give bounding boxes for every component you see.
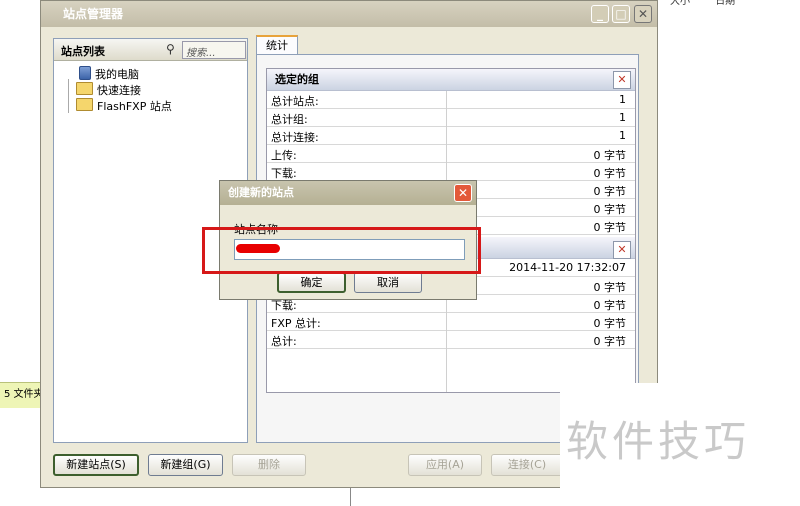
tree-item-flashfxp-sites[interactable]: FlashFXP 站点 — [76, 98, 172, 115]
reset-stats-icon[interactable]: ✕ — [613, 71, 631, 89]
background-column-headers: 大小 日期 — [658, 0, 800, 8]
folder-icon — [76, 98, 93, 111]
connect-button[interactable]: 连接(C) — [491, 454, 563, 476]
table-row: 总计连接: 1 — [267, 127, 635, 145]
apply-button[interactable]: 应用(A) — [408, 454, 482, 476]
table-row: 下载: 0 字节 — [267, 163, 635, 181]
ok-button[interactable]: 确定 — [277, 272, 346, 293]
folder-icon — [76, 82, 93, 95]
tree-item-label: FlashFXP 站点 — [97, 100, 172, 113]
column-date[interactable]: 日期 — [715, 0, 735, 7]
cancel-button[interactable]: 取消 — [354, 272, 422, 293]
tree-item-my-computer[interactable]: 我的电脑 — [76, 66, 139, 83]
background-left-pane — [0, 0, 42, 506]
column-size[interactable]: 大小 — [670, 0, 690, 7]
dialog-close-button[interactable]: ✕ — [454, 184, 472, 202]
dialog-titlebar[interactable]: 创建新的站点 — [220, 181, 476, 205]
tree-item-quick-connect[interactable]: 快速连接 — [76, 82, 141, 99]
new-group-button[interactable]: 新建组(G) — [148, 454, 223, 476]
table-row: 总计组: 1 — [267, 109, 635, 127]
tree-item-label: 快速连接 — [97, 84, 141, 97]
background-divider — [350, 486, 351, 506]
background-status-bar: 5 文件夹 — [0, 382, 42, 408]
window-title: 站点管理器 — [63, 7, 124, 21]
search-icon[interactable]: ⚲ — [166, 42, 180, 56]
site-list-title: 站点列表 — [61, 45, 105, 58]
table-row: 总计站点: 1 — [267, 91, 635, 109]
computer-icon — [79, 66, 91, 80]
group-header-selected: 选定的组 — [267, 69, 635, 91]
table-row: 总计: 0 字节 — [267, 331, 635, 349]
delete-button[interactable]: 删除 — [232, 454, 306, 476]
search-input[interactable]: 搜索... — [182, 41, 246, 59]
table-row: FXP 总计: 0 字节 — [267, 313, 635, 331]
status-text: 5 文件夹 — [4, 389, 42, 400]
window-titlebar[interactable]: 站点管理器 — [41, 1, 657, 27]
reset-stats-icon[interactable]: ✕ — [613, 241, 631, 259]
table-row: 上传: 0 字节 — [267, 145, 635, 163]
highlight-annotation-box — [202, 227, 481, 274]
maximize-button[interactable]: □ — [612, 5, 630, 23]
group-title: 选定的组 — [275, 73, 319, 86]
tab-statistics[interactable]: 统计 — [256, 35, 298, 55]
new-site-button[interactable]: 新建站点(S) — [53, 454, 139, 476]
tree-item-label: 我的电脑 — [95, 68, 139, 81]
tree-connector — [68, 79, 69, 113]
minimize-button[interactable]: _ — [591, 5, 609, 23]
site-list-header: 站点列表 ⚲ 搜索... — [54, 39, 247, 61]
dialog-title: 创建新的站点 — [228, 186, 294, 199]
close-window-button[interactable]: ✕ — [634, 5, 652, 23]
watermark-text: 软件技巧 — [566, 417, 751, 466]
